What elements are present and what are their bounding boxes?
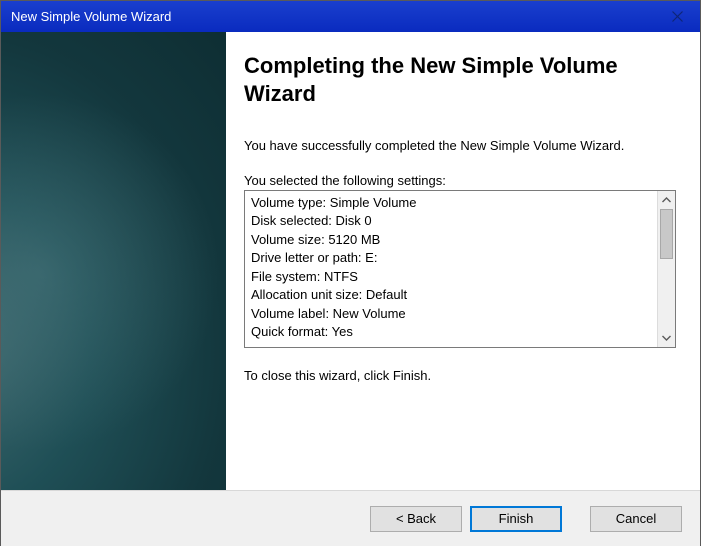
settings-line[interactable]: Volume label: New Volume	[251, 305, 669, 324]
scroll-up-button[interactable]	[658, 191, 676, 209]
settings-line[interactable]: Drive letter or path: E:	[251, 249, 669, 268]
chevron-down-icon	[662, 335, 671, 341]
content-area: Completing the New Simple Volume Wizard …	[1, 32, 700, 490]
window-title: New Simple Volume Wizard	[11, 9, 171, 24]
scroll-thumb[interactable]	[660, 209, 673, 259]
settings-line[interactable]: Disk selected: Disk 0	[251, 212, 669, 231]
settings-line[interactable]: File system: NTFS	[251, 268, 669, 287]
settings-line[interactable]: Volume type: Simple Volume	[251, 194, 669, 213]
settings-line[interactable]: Volume size: 5120 MB	[251, 231, 669, 250]
close-button[interactable]	[654, 1, 700, 32]
titlebar: New Simple Volume Wizard	[1, 1, 700, 32]
settings-label: You selected the following settings:	[244, 173, 676, 188]
finish-button[interactable]: Finish	[470, 506, 562, 532]
wizard-success-text: You have successfully completed the New …	[244, 137, 676, 155]
scroll-down-button[interactable]	[658, 329, 676, 347]
settings-list-wrap: Volume type: Simple VolumeDisk selected:…	[244, 190, 676, 348]
wizard-close-text: To close this wizard, click Finish.	[244, 368, 676, 383]
chevron-up-icon	[662, 197, 671, 203]
settings-line[interactable]: Quick format: Yes	[251, 323, 669, 342]
settings-listbox[interactable]: Volume type: Simple VolumeDisk selected:…	[244, 190, 676, 348]
scroll-track[interactable]	[658, 209, 675, 329]
wizard-main-panel: Completing the New Simple Volume Wizard …	[226, 32, 700, 490]
back-button[interactable]: < Back	[370, 506, 462, 532]
button-bar: < Back Finish Cancel	[1, 490, 700, 546]
scrollbar[interactable]	[657, 191, 675, 347]
wizard-heading: Completing the New Simple Volume Wizard	[244, 52, 676, 107]
settings-line[interactable]: Allocation unit size: Default	[251, 286, 669, 305]
cancel-button[interactable]: Cancel	[590, 506, 682, 532]
close-icon	[672, 11, 683, 22]
wizard-side-panel	[1, 32, 226, 490]
